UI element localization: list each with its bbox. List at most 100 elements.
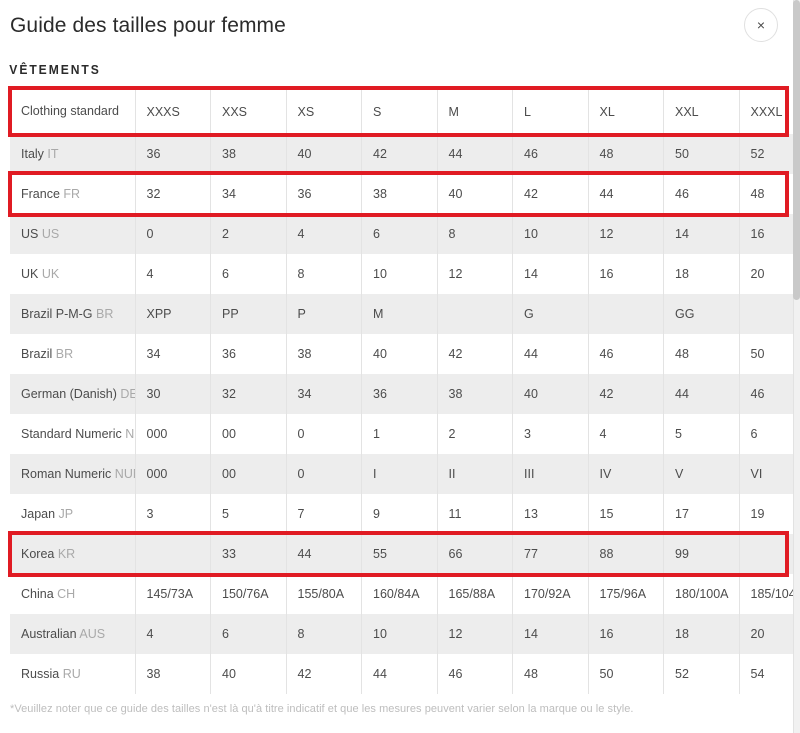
size-cell: 32 [210,374,287,414]
column-header-size: M [437,89,513,134]
size-cell: 34 [210,174,287,214]
row-label-code: FR [63,186,81,201]
table-header-row: Clothing standard XXXS XXS XS S M L XL XXL XXXL [10,89,800,134]
table-row: Brazil P-M-G BR XPP PP P M G GG [10,294,800,334]
size-cell: 000 [135,414,211,454]
size-cell: 36 [361,374,438,414]
row-label: Japan JP [10,494,136,534]
size-cell: 10 [361,614,438,654]
size-cell: 38 [361,174,438,214]
size-cell: 48 [663,334,740,374]
size-cell: 7 [286,494,362,534]
size-cell: 42 [437,334,513,374]
table-body: Italy IT 36 38 40 42 44 46 48 50 52 France FR 32 34 3… [10,134,800,694]
size-cell [739,294,800,334]
size-cell: XPP [135,294,211,334]
size-cell: 3 [512,414,589,454]
size-cell: 46 [588,334,664,374]
row-label: Brazil BR [10,334,136,374]
row-label-code: CH [57,586,76,601]
row-label-code: NUM [114,466,134,481]
size-cell [135,534,211,574]
size-cell: 38 [210,134,287,174]
table-row: Japan JP 3 5 7 9 11 13 15 17 19 [10,494,800,534]
page-scrollbar-track[interactable] [793,0,800,733]
size-cell: 18 [663,614,740,654]
size-cell: 12 [437,254,513,294]
table-row: Roman Numeric NUM000000IIIIIIIVVVI [10,454,800,494]
size-cell: 10 [512,214,589,254]
size-conversion-table: Clothing standard XXXS XXS XS S M L XL XXL XXXL I… [10,89,800,694]
size-cell: 40 [512,374,589,414]
row-label-name: Korea [21,546,55,561]
row-label-code: US [41,226,60,241]
size-cell: 8 [286,614,362,654]
size-cell: 44 [512,334,589,374]
table-row: Standard Numeric NUM000000123456 [10,414,800,454]
row-label-name: Italy [21,146,44,161]
size-cell: 42 [588,374,664,414]
size-cell: 4 [135,614,211,654]
row-label-name: Australian [21,626,77,641]
row-label-name: Russia [21,666,60,681]
size-cell: 44 [663,374,740,414]
size-cell: 34 [135,334,211,374]
size-guide-modal: Guide des tailles pour femme × VÊTEMENTS… [0,0,800,733]
size-cell: 11 [437,494,513,534]
row-label-name: France [21,186,60,201]
table-row: France FR 32 34 36 38 40 42 44 46 48 [10,174,800,214]
size-cell: 155/80A [286,574,362,614]
row-label: German (Danish) DE/DK [10,374,136,414]
size-cell: 18 [663,254,740,294]
page-scrollbar-thumb[interactable] [793,0,800,300]
size-cell: 2 [210,214,287,254]
size-cell: 0 [286,414,362,454]
size-cell: 50 [663,134,740,174]
size-cell: 40 [361,334,438,374]
size-cell: 6 [361,214,438,254]
column-header-size: XL [588,89,664,134]
size-cell: 185/104A [739,574,800,614]
size-cell: 44 [437,134,513,174]
size-cell: 46 [512,134,589,174]
size-cell: 48 [739,174,800,214]
table-row: Brazil BR 34 36 38 40 42 44 46 48 50 [10,334,800,374]
row-label: Brazil P-M-G BR [10,294,136,334]
size-cell: GG [663,294,740,334]
row-label-name: UK [21,266,39,281]
size-cell: VI [739,454,800,494]
size-cell: 160/84A [361,574,438,614]
size-cell: 4 [286,214,362,254]
size-cell: 14 [512,614,589,654]
size-cell: II [437,454,513,494]
size-cell: 180/100A [663,574,740,614]
table-row: Australian AUS 4 6 8 10 12 14 16 18 20 [10,614,800,654]
row-label: Italy IT [10,134,136,174]
table-row: Italy IT 36 38 40 42 44 46 48 50 52 [10,134,800,174]
close-button[interactable]: × [744,8,778,42]
table-row: US US 0 2 4 6 8 10 12 14 16 [10,214,800,254]
row-label-name: Japan [21,506,56,521]
row-label-code: JP [58,506,74,521]
row-label: Korea KR [10,534,136,574]
row-label-code: RU [62,666,81,681]
row-label: Russia RU [10,654,136,694]
row-label: Roman Numeric NUM [10,454,136,494]
column-header-size: XXS [210,89,287,134]
table-head: Clothing standard XXXS XXS XS S M L XL XXL XXXL [10,89,800,134]
size-cell: 40 [437,174,513,214]
size-cell: 6 [739,414,800,454]
size-cell: 17 [663,494,740,534]
page-title: Guide des tailles pour femme [10,14,286,37]
size-cell: 36 [286,174,362,214]
column-header-size: XXXL [739,89,800,134]
size-table-container: Clothing standard XXXS XXS XS S M L XL XXL XXXL I… [0,89,800,694]
size-cell: 99 [663,534,740,574]
size-cell: I [361,454,438,494]
modal-header: Guide des tailles pour femme × [0,0,800,52]
table-row: UK UK 4 6 8 10 12 14 16 18 20 [10,254,800,294]
size-cell: 1 [361,414,438,454]
size-cell: 20 [739,614,800,654]
size-cell: 42 [286,654,362,694]
row-label-name: Brazil [21,346,53,361]
